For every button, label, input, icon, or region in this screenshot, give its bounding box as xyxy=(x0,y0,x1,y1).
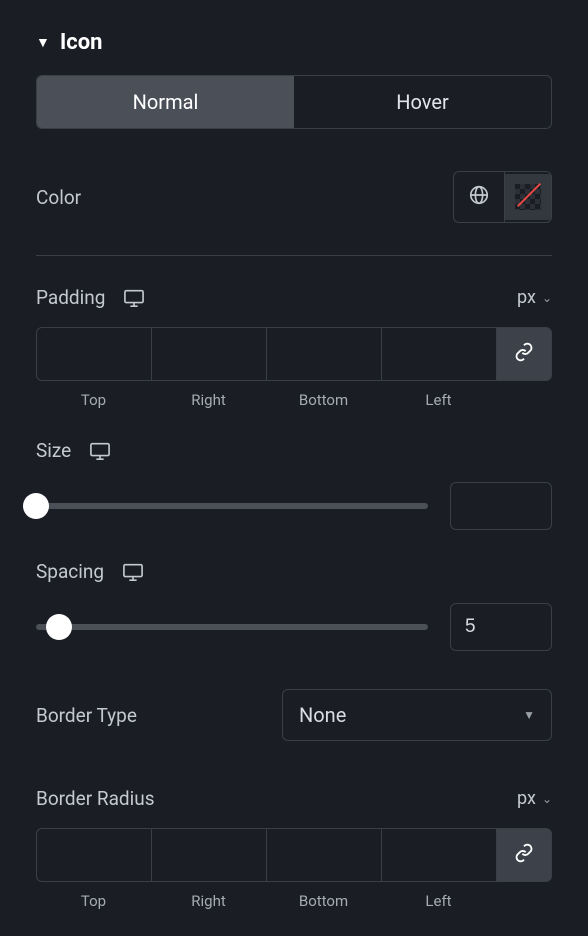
padding-link-button[interactable] xyxy=(496,327,552,381)
border-radius-unit-select[interactable]: px ⌄ xyxy=(517,788,552,809)
radius-right-sublabel: Right xyxy=(191,892,225,910)
slider-track xyxy=(36,503,428,509)
padding-label: Padding xyxy=(36,286,105,309)
globe-icon xyxy=(468,184,490,210)
size-value-input[interactable] xyxy=(450,482,552,530)
border-type-select[interactable]: None ▼ xyxy=(282,689,552,741)
size-slider-row xyxy=(36,482,552,530)
padding-bottom-sublabel: Bottom xyxy=(299,391,348,409)
radius-link-button[interactable] xyxy=(496,828,552,882)
slider-track xyxy=(36,624,428,630)
radius-bottom-sublabel: Bottom xyxy=(299,892,348,910)
border-radius-inputs: Top Right Bottom Left xyxy=(36,828,552,910)
size-label: Size xyxy=(36,439,71,462)
border-type-value: None xyxy=(299,703,346,727)
desktop-icon[interactable] xyxy=(89,441,111,461)
radius-bottom-input[interactable] xyxy=(266,828,381,882)
radius-top-input[interactable] xyxy=(36,828,151,882)
size-slider[interactable] xyxy=(36,494,428,518)
border-radius-header: Border Radius px ⌄ xyxy=(36,779,552,818)
border-radius-label: Border Radius xyxy=(36,787,155,810)
no-color-swatch-icon xyxy=(515,184,541,210)
divider xyxy=(36,255,552,256)
padding-unit-select[interactable]: px ⌄ xyxy=(517,287,552,308)
link-icon xyxy=(514,843,534,867)
padding-top-input[interactable] xyxy=(36,327,151,381)
desktop-icon[interactable] xyxy=(122,562,144,582)
spacing-header: Spacing xyxy=(36,560,552,583)
caret-down-icon: ▼ xyxy=(36,34,50,51)
link-icon xyxy=(514,342,534,366)
color-controls xyxy=(453,171,552,223)
global-color-button[interactable] xyxy=(454,172,505,222)
padding-right-input[interactable] xyxy=(151,327,266,381)
padding-top-sublabel: Top xyxy=(81,391,106,409)
chevron-down-icon: ⌄ xyxy=(542,792,552,806)
padding-left-input[interactable] xyxy=(381,327,496,381)
padding-left-sublabel: Left xyxy=(425,391,451,409)
radius-top-sublabel: Top xyxy=(81,892,106,910)
slider-thumb[interactable] xyxy=(46,614,72,640)
state-tabs: Normal Hover xyxy=(36,75,552,129)
color-row: Color xyxy=(36,163,552,231)
border-type-row: Border Type None ▼ xyxy=(36,681,552,749)
spacing-label: Spacing xyxy=(36,560,104,583)
padding-bottom-input[interactable] xyxy=(266,327,381,381)
section-header[interactable]: ▼ Icon xyxy=(0,0,588,75)
color-picker-button[interactable] xyxy=(505,174,551,220)
border-type-label: Border Type xyxy=(36,704,137,727)
color-label: Color xyxy=(36,186,81,209)
dropdown-caret-icon: ▼ xyxy=(523,708,535,722)
padding-header: Padding px ⌄ xyxy=(36,278,552,317)
size-header: Size xyxy=(36,439,552,462)
radius-left-input[interactable] xyxy=(381,828,496,882)
chevron-down-icon: ⌄ xyxy=(542,291,552,305)
spacing-value-input[interactable] xyxy=(450,603,552,651)
tab-normal[interactable]: Normal xyxy=(37,76,294,128)
desktop-icon[interactable] xyxy=(123,288,145,308)
radius-right-input[interactable] xyxy=(151,828,266,882)
spacing-slider[interactable] xyxy=(36,615,428,639)
section-title: Icon xyxy=(60,30,103,55)
spacing-slider-row xyxy=(36,603,552,651)
slider-thumb[interactable] xyxy=(23,493,49,519)
padding-inputs: Top Right Bottom Left xyxy=(36,327,552,409)
radius-left-sublabel: Left xyxy=(425,892,451,910)
tab-hover[interactable]: Hover xyxy=(294,76,551,128)
padding-right-sublabel: Right xyxy=(191,391,225,409)
